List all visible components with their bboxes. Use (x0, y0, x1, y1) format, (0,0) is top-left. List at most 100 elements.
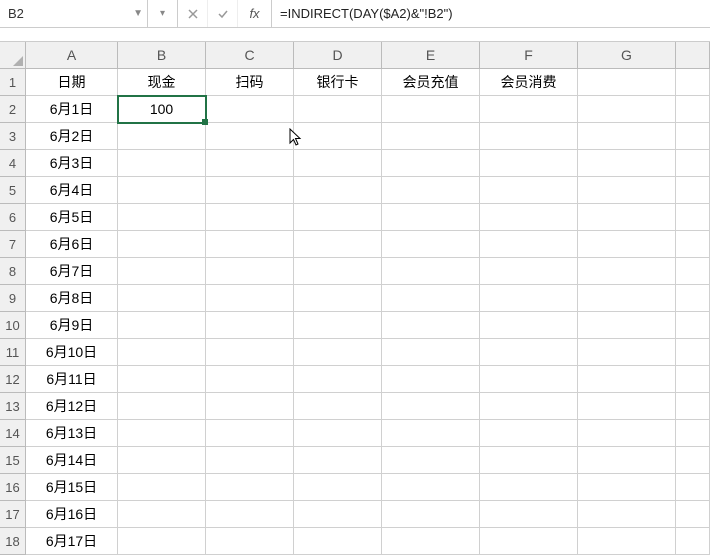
cell-D6[interactable] (294, 204, 382, 231)
cell-A17[interactable]: 6月16日 (26, 501, 118, 528)
cell-F17[interactable] (480, 501, 578, 528)
cell-A5[interactable]: 6月4日 (26, 177, 118, 204)
cell-G8[interactable] (578, 258, 676, 285)
cell-F10[interactable] (480, 312, 578, 339)
col-header-A[interactable]: A (26, 42, 118, 69)
cell-A8[interactable]: 6月7日 (26, 258, 118, 285)
cell-A3[interactable]: 6月2日 (26, 123, 118, 150)
row-header-1[interactable]: 1 (0, 69, 26, 96)
cell-tail-4[interactable] (676, 150, 710, 177)
cell-G9[interactable] (578, 285, 676, 312)
cell-A6[interactable]: 6月5日 (26, 204, 118, 231)
cell-E4[interactable] (382, 150, 480, 177)
row-header-11[interactable]: 11 (0, 339, 26, 366)
cell-G18[interactable] (578, 528, 676, 555)
cell-B1[interactable]: 现金 (118, 69, 206, 96)
row-header-7[interactable]: 7 (0, 231, 26, 258)
cell-D15[interactable] (294, 447, 382, 474)
cell-A4[interactable]: 6月3日 (26, 150, 118, 177)
cell-B9[interactable] (118, 285, 206, 312)
row-header-16[interactable]: 16 (0, 474, 26, 501)
cell-D5[interactable] (294, 177, 382, 204)
cell-G12[interactable] (578, 366, 676, 393)
cell-D8[interactable] (294, 258, 382, 285)
cell-A13[interactable]: 6月12日 (26, 393, 118, 420)
col-header-G[interactable]: G (578, 42, 676, 69)
cell-A15[interactable]: 6月14日 (26, 447, 118, 474)
cell-B2[interactable]: 100 (118, 96, 206, 123)
row-header-4[interactable]: 4 (0, 150, 26, 177)
cell-B10[interactable] (118, 312, 206, 339)
cell-F4[interactable] (480, 150, 578, 177)
cell-F7[interactable] (480, 231, 578, 258)
cell-B4[interactable] (118, 150, 206, 177)
cell-F13[interactable] (480, 393, 578, 420)
row-header-14[interactable]: 14 (0, 420, 26, 447)
cell-tail-15[interactable] (676, 447, 710, 474)
cell-G1[interactable] (578, 69, 676, 96)
cell-G7[interactable] (578, 231, 676, 258)
cell-G3[interactable] (578, 123, 676, 150)
cell-C12[interactable] (206, 366, 294, 393)
cell-A7[interactable]: 6月6日 (26, 231, 118, 258)
cell-F15[interactable] (480, 447, 578, 474)
cell-tail-14[interactable] (676, 420, 710, 447)
row-header-9[interactable]: 9 (0, 285, 26, 312)
cell-C7[interactable] (206, 231, 294, 258)
cell-B12[interactable] (118, 366, 206, 393)
cell-D18[interactable] (294, 528, 382, 555)
row-header-5[interactable]: 5 (0, 177, 26, 204)
cell-E13[interactable] (382, 393, 480, 420)
row-header-15[interactable]: 15 (0, 447, 26, 474)
cell-F3[interactable] (480, 123, 578, 150)
cell-E10[interactable] (382, 312, 480, 339)
cell-C2[interactable] (206, 96, 294, 123)
cell-B16[interactable] (118, 474, 206, 501)
cell-E9[interactable] (382, 285, 480, 312)
cell-E14[interactable] (382, 420, 480, 447)
cell-C4[interactable] (206, 150, 294, 177)
cell-G2[interactable] (578, 96, 676, 123)
row-header-13[interactable]: 13 (0, 393, 26, 420)
cell-F18[interactable] (480, 528, 578, 555)
cell-D12[interactable] (294, 366, 382, 393)
cell-E3[interactable] (382, 123, 480, 150)
cell-D4[interactable] (294, 150, 382, 177)
cell-C9[interactable] (206, 285, 294, 312)
expand-icon[interactable]: ▾ (148, 0, 178, 27)
cell-B5[interactable] (118, 177, 206, 204)
accept-formula-button[interactable] (208, 0, 238, 27)
cell-C1[interactable]: 扫码 (206, 69, 294, 96)
cell-C11[interactable] (206, 339, 294, 366)
select-all-corner[interactable] (0, 42, 26, 69)
col-header-F[interactable]: F (480, 42, 578, 69)
cancel-formula-button[interactable] (178, 0, 208, 27)
cell-E11[interactable] (382, 339, 480, 366)
cell-F8[interactable] (480, 258, 578, 285)
cell-E12[interactable] (382, 366, 480, 393)
cell-C16[interactable] (206, 474, 294, 501)
cell-tail-1[interactable] (676, 69, 710, 96)
cell-B15[interactable] (118, 447, 206, 474)
cell-D11[interactable] (294, 339, 382, 366)
cell-B14[interactable] (118, 420, 206, 447)
cell-tail-18[interactable] (676, 528, 710, 555)
cell-D16[interactable] (294, 474, 382, 501)
cell-tail-16[interactable] (676, 474, 710, 501)
cell-D14[interactable] (294, 420, 382, 447)
cell-G13[interactable] (578, 393, 676, 420)
cell-E15[interactable] (382, 447, 480, 474)
cell-tail-11[interactable] (676, 339, 710, 366)
cell-C18[interactable] (206, 528, 294, 555)
cell-A18[interactable]: 6月17日 (26, 528, 118, 555)
cell-C13[interactable] (206, 393, 294, 420)
cell-E5[interactable] (382, 177, 480, 204)
cell-A2[interactable]: 6月1日 (26, 96, 118, 123)
cell-B8[interactable] (118, 258, 206, 285)
cell-C5[interactable] (206, 177, 294, 204)
cell-E2[interactable] (382, 96, 480, 123)
cell-C15[interactable] (206, 447, 294, 474)
cell-tail-17[interactable] (676, 501, 710, 528)
chevron-down-icon[interactable]: ▼ (133, 8, 143, 19)
cell-tail-7[interactable] (676, 231, 710, 258)
